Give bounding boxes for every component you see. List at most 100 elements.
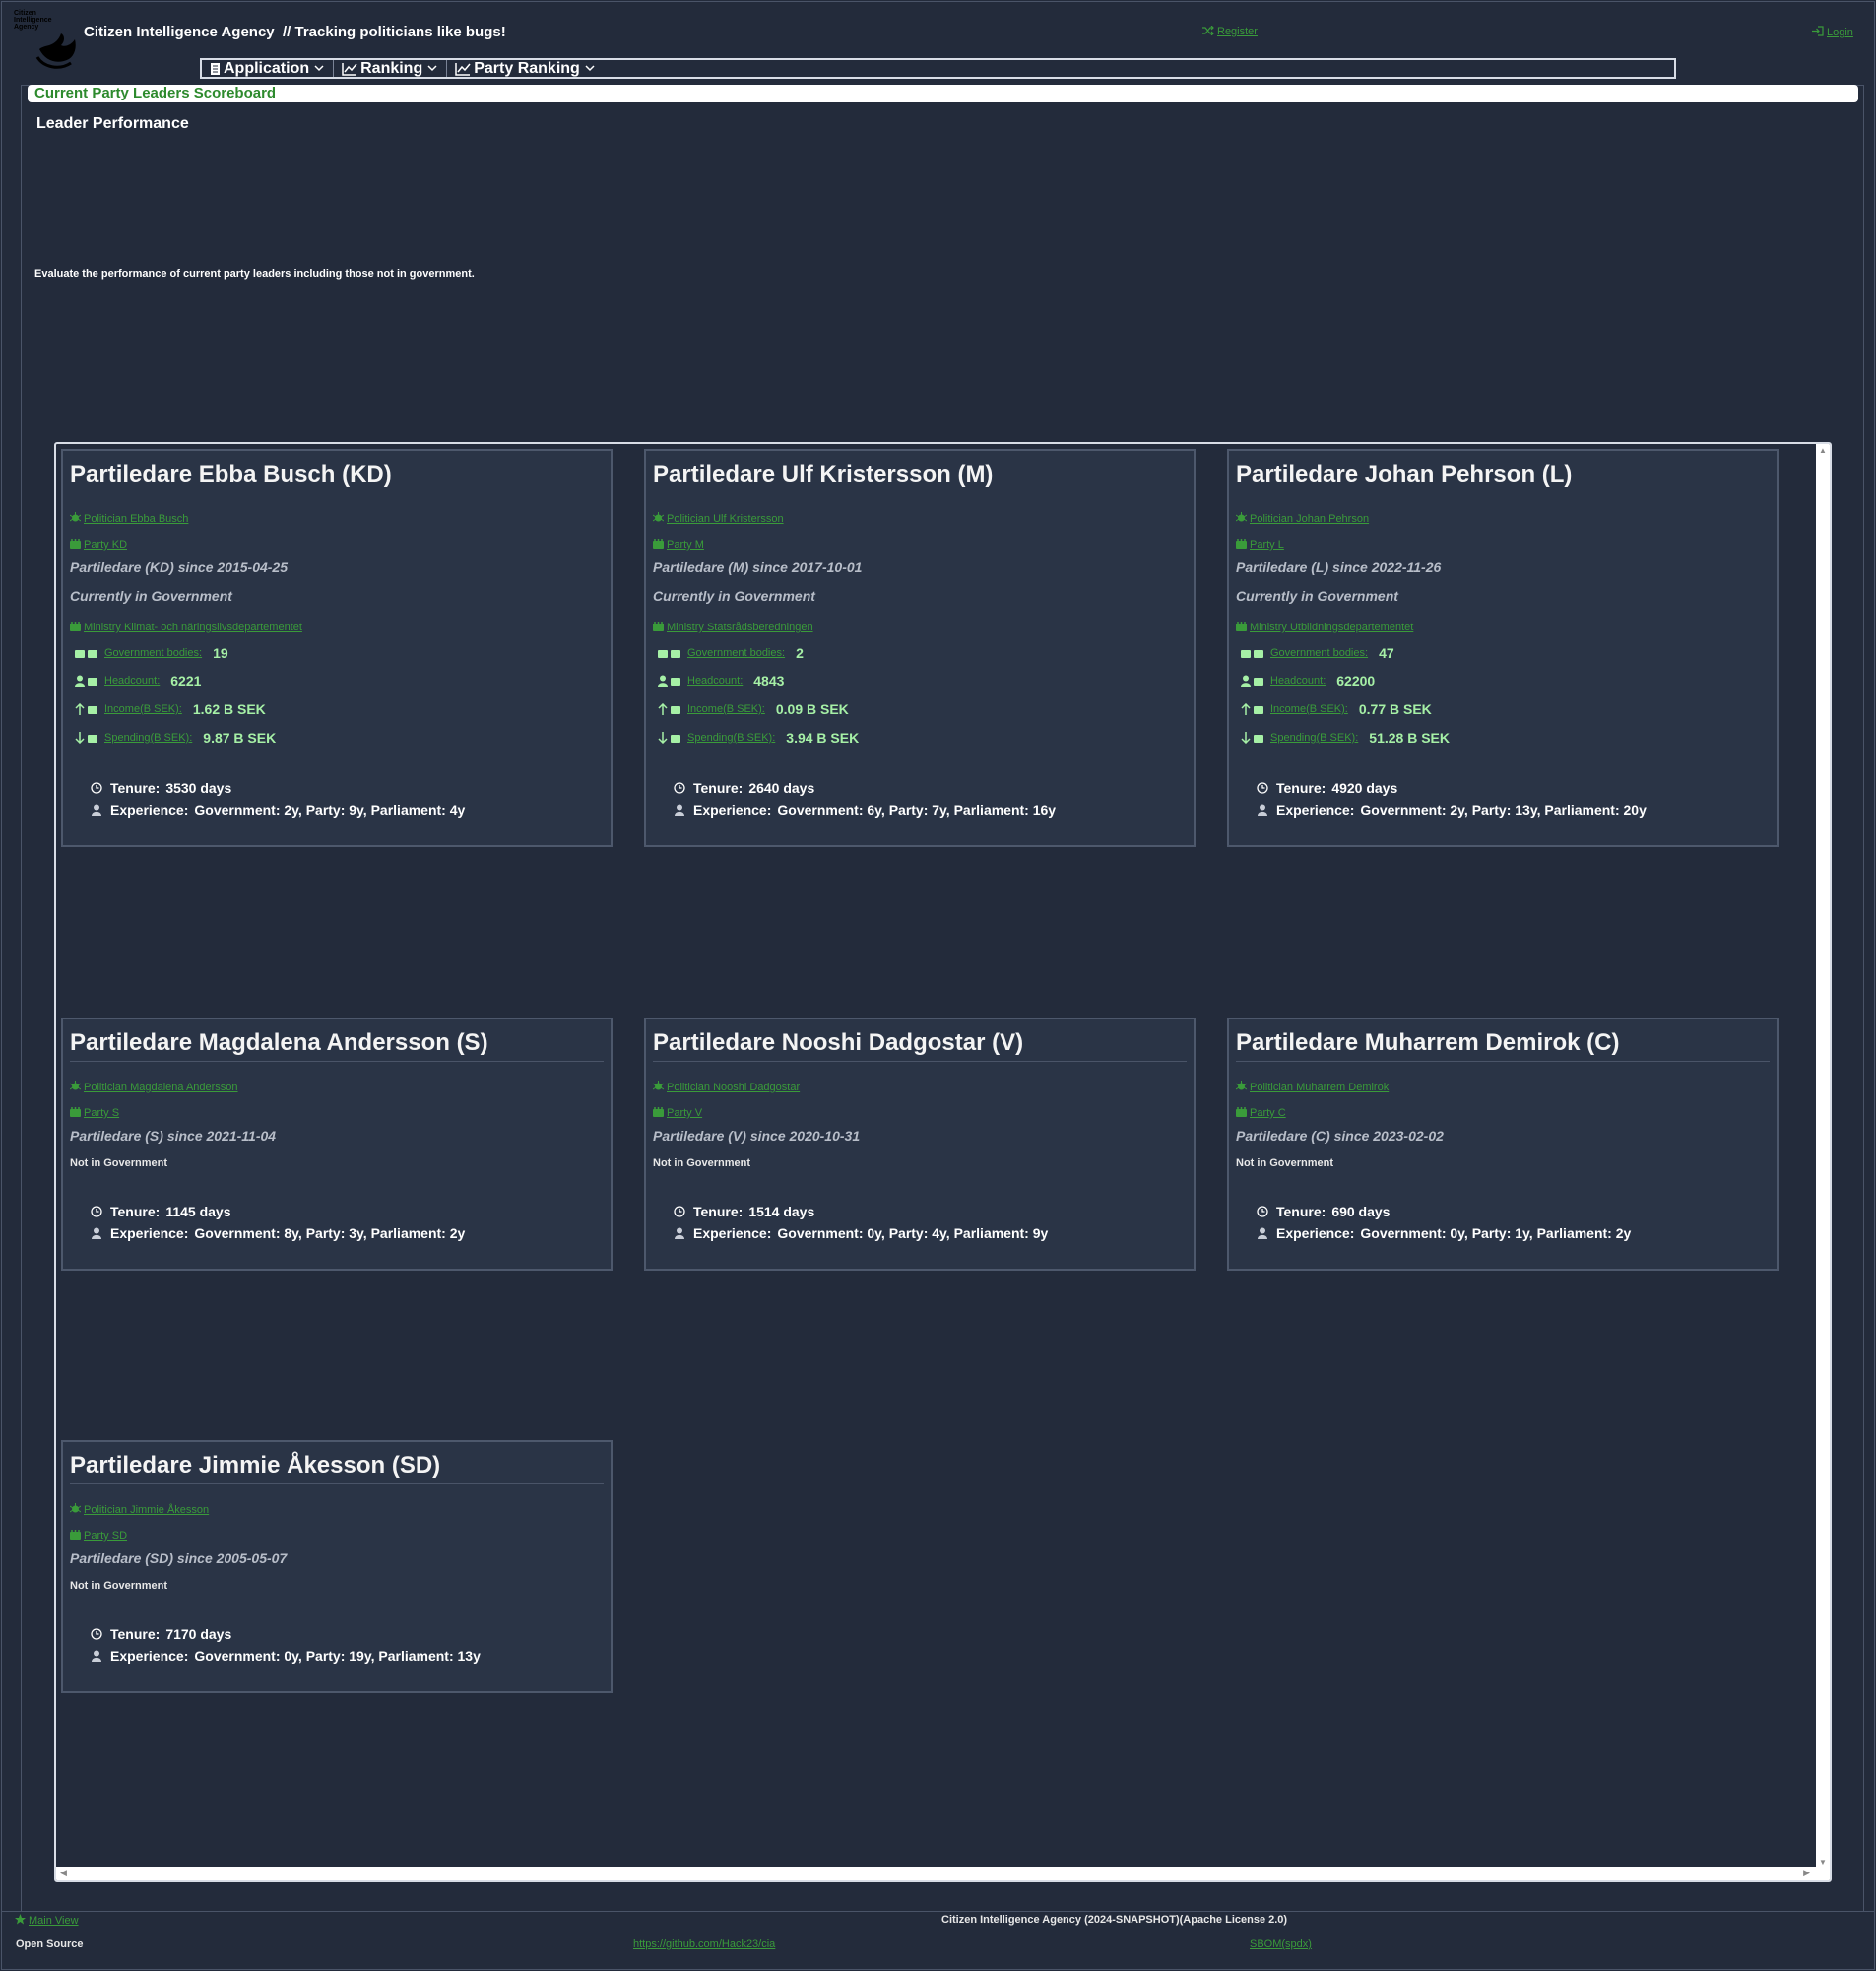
party-link[interactable]: Party V	[653, 1107, 702, 1119]
group-icon	[1236, 622, 1247, 631]
politician-link-label: Politician Ebba Busch	[84, 513, 189, 525]
horizontal-scrollbar[interactable]: ◀ ▶	[56, 1867, 1830, 1880]
app-title: Citizen Intelligence Agency // Tracking …	[84, 24, 506, 40]
register-link[interactable]: Register	[1202, 25, 1258, 37]
spending-value: 51.28 B SEK	[1369, 730, 1450, 746]
government-bodies-stat: Government bodies: 19	[75, 645, 228, 661]
login-link[interactable]: Login	[1812, 26, 1853, 38]
politician-link[interactable]: Politician Nooshi Dadgostar	[652, 1081, 801, 1093]
leaders-scroll-panel[interactable]: Partiledare Ebba Busch (KD) Politician E…	[54, 442, 1832, 1882]
group-icon	[653, 1107, 664, 1117]
politician-link-label: Politician Johan Pehrson	[1250, 513, 1370, 525]
login-label: Login	[1827, 27, 1853, 38]
user-icon	[92, 804, 101, 816]
chevron-down-icon	[585, 65, 595, 72]
section-heading: Leader Performance	[36, 115, 189, 132]
party-link[interactable]: Party S	[70, 1107, 119, 1119]
party-link-label: Party L	[1250, 539, 1284, 551]
user-group-icon	[75, 675, 97, 687]
politician-link[interactable]: Politician Ulf Kristersson	[652, 512, 784, 525]
spending-link[interactable]: Spending(B SEK):	[687, 732, 775, 744]
experience-row: Experience: Government: 0y, Party: 4y, Pa…	[674, 1225, 1048, 1241]
group-icon	[1236, 539, 1247, 549]
group-icon	[653, 539, 664, 549]
ministry-link[interactable]: Ministry Utbildningsdepartementet	[1236, 622, 1413, 633]
headcount-link[interactable]: Headcount:	[687, 675, 743, 687]
experience-row: Experience: Government: 2y, Party: 13y, P…	[1257, 802, 1647, 818]
main-view-label: Main View	[29, 1915, 79, 1927]
vertical-scrollbar[interactable]: ▲ ▼	[1816, 444, 1830, 1869]
spending-value: 3.94 B SEK	[786, 730, 860, 746]
party-link[interactable]: Party KD	[70, 539, 127, 551]
spending-link[interactable]: Spending(B SEK):	[104, 732, 192, 744]
logo[interactable]: Citizen Intelligence Agency	[14, 10, 79, 73]
tenure-row: Tenure: 4920 days	[1257, 780, 1397, 796]
politician-link[interactable]: Politician Jimmie Åkesson	[69, 1503, 209, 1516]
menu-ranking-label: Ranking	[360, 59, 423, 77]
income-link[interactable]: Income(B SEK):	[104, 703, 182, 715]
arrow-up-icon	[1241, 703, 1263, 715]
scroll-up-icon[interactable]: ▲	[1819, 446, 1827, 455]
bird-logo-icon	[35, 33, 76, 69]
menu-application[interactable]: Application	[202, 60, 335, 77]
leader-since: Partiledare (S) since 2021-11-04	[70, 1128, 277, 1144]
tenure-value: 2640 days	[748, 780, 815, 796]
party-link[interactable]: Party M	[653, 539, 704, 551]
group-icon	[70, 539, 81, 549]
leader-card-title: Partiledare Ulf Kristersson (M)	[653, 461, 1187, 493]
politician-link[interactable]: Politician Magdalena Andersson	[69, 1081, 238, 1093]
experience-label: Experience:	[1276, 1225, 1355, 1241]
menu-ranking[interactable]: Ranking	[334, 59, 448, 77]
income-link[interactable]: Income(B SEK):	[687, 703, 765, 715]
arrow-up-icon	[75, 703, 97, 715]
politician-link[interactable]: Politician Ebba Busch	[69, 512, 189, 525]
bug-icon	[1235, 512, 1248, 522]
spending-link[interactable]: Spending(B SEK):	[1270, 732, 1358, 744]
party-link[interactable]: Party SD	[70, 1530, 127, 1542]
bug-icon	[69, 1081, 82, 1090]
experience-value: Government: 2y, Party: 13y, Parliament: …	[1360, 802, 1647, 818]
experience-value: Government: 2y, Party: 9y, Parliament: 4…	[194, 802, 466, 818]
clock-icon	[1257, 1206, 1268, 1217]
income-link[interactable]: Income(B SEK):	[1270, 703, 1348, 715]
footer-divider	[1, 1911, 1875, 1912]
page-description: Evaluate the performance of current part…	[34, 268, 475, 280]
group-icon	[70, 1107, 81, 1117]
bug-icon	[652, 1081, 665, 1090]
politician-link-label: Politician Nooshi Dadgostar	[667, 1082, 801, 1093]
group-icon	[658, 650, 680, 658]
scroll-down-icon[interactable]: ▼	[1819, 1858, 1827, 1867]
headcount-value: 62200	[1336, 673, 1376, 689]
tenure-value: 3530 days	[165, 780, 232, 796]
politician-link[interactable]: Politician Muharrem Demirok	[1235, 1081, 1390, 1093]
ministry-link[interactable]: Ministry Statsrådsberedningen	[653, 622, 813, 633]
scroll-left-icon[interactable]: ◀	[60, 1868, 67, 1878]
party-link-label: Party S	[84, 1107, 120, 1119]
government-bodies-link[interactable]: Government bodies:	[687, 647, 785, 659]
headcount-value: 4843	[753, 673, 785, 689]
headcount-link[interactable]: Headcount:	[104, 675, 160, 687]
clock-icon	[91, 782, 102, 794]
user-icon	[675, 1227, 684, 1239]
ministry-link[interactable]: Ministry Klimat- och näringslivsdepartem…	[70, 622, 302, 633]
government-bodies-link[interactable]: Government bodies:	[104, 647, 202, 659]
spending-stat: Spending(B SEK): 51.28 B SEK	[1241, 730, 1450, 746]
party-link[interactable]: Party C	[1236, 1107, 1286, 1119]
politician-link[interactable]: Politician Johan Pehrson	[1235, 512, 1370, 525]
leader-card: Partiledare Nooshi Dadgostar (V) Politic…	[644, 1018, 1196, 1271]
politician-link-label: Politician Muharrem Demirok	[1250, 1082, 1390, 1093]
arrow-down-icon	[75, 732, 97, 744]
experience-row: Experience: Government: 6y, Party: 7y, Pa…	[674, 802, 1056, 818]
government-status: Currently in Government	[70, 588, 232, 604]
headcount-link[interactable]: Headcount:	[1270, 675, 1326, 687]
tenure-label: Tenure:	[1276, 1204, 1326, 1219]
sbom-link[interactable]: SBOM(spdx)	[1250, 1938, 1312, 1950]
scroll-right-icon[interactable]: ▶	[1803, 1868, 1810, 1878]
government-bodies-link[interactable]: Government bodies:	[1270, 647, 1368, 659]
github-link[interactable]: https://github.com/Hack23/cia	[633, 1938, 775, 1950]
app-name: Citizen Intelligence Agency	[84, 24, 275, 40]
main-view-link[interactable]: Main View	[15, 1914, 79, 1927]
party-link[interactable]: Party L	[1236, 539, 1284, 551]
tenure-label: Tenure:	[110, 1626, 161, 1642]
menu-party-ranking[interactable]: Party Ranking	[447, 60, 604, 77]
